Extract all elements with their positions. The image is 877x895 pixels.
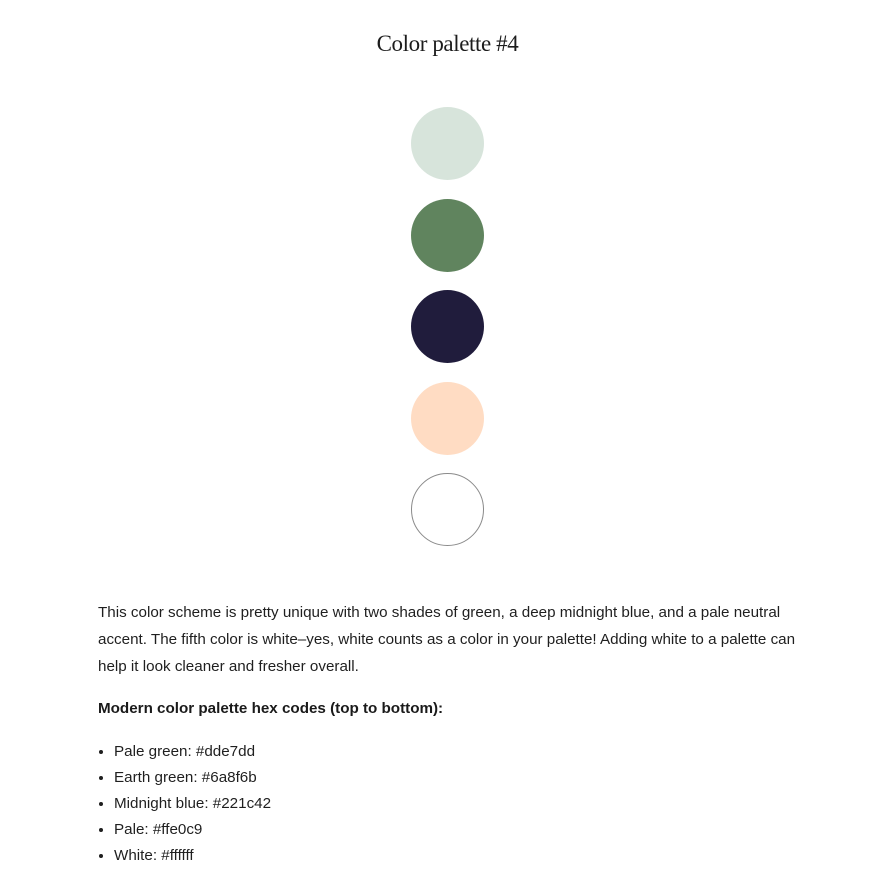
swatch-pale-green — [411, 107, 484, 180]
swatch-midnight-blue — [411, 290, 484, 363]
hex-codes-heading: Modern color palette hex codes (top to b… — [98, 700, 444, 717]
swatch-white — [411, 473, 484, 546]
hex-code-item: Pale: #ffe0c9 — [114, 817, 271, 843]
page-title: Color palette #4 — [376, 31, 519, 56]
swatch-pale — [411, 381, 484, 455]
hex-code-item: White: #ffffff — [114, 843, 271, 869]
swatch-earth-green — [411, 198, 484, 272]
hex-code-item: Earth green: #6a8f6b — [114, 765, 271, 791]
hex-codes-list: Pale green: #dde7dd Earth green: #6a8f6b… — [98, 739, 271, 869]
palette-description: This color scheme is pretty unique with … — [98, 604, 796, 675]
hex-code-item: Midnight blue: #221c42 — [114, 791, 271, 817]
color-swatch-column — [411, 107, 485, 565]
hex-code-item: Pale green: #dde7dd — [114, 739, 271, 765]
